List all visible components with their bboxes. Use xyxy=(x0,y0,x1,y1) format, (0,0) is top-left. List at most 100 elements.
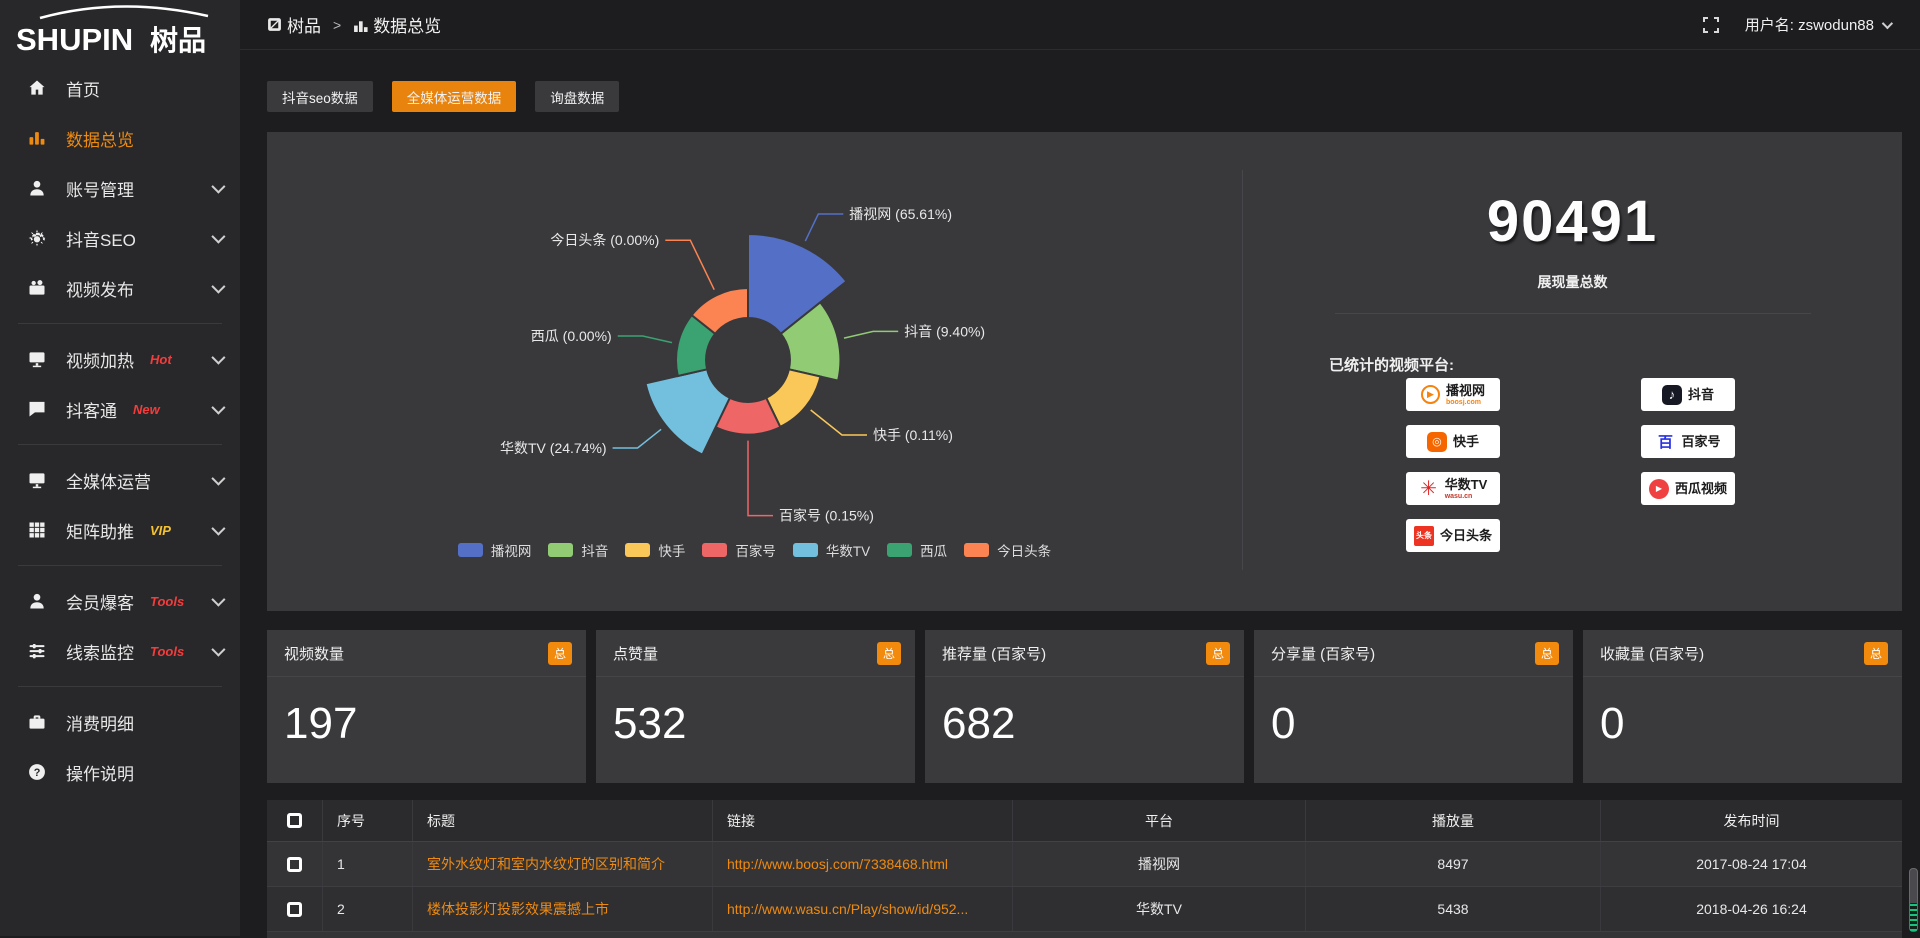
stat-card-value: 532 xyxy=(596,677,915,749)
sidebar-item-抖音SEO[interactable]: 抖音SEO xyxy=(0,213,240,263)
publish-icon xyxy=(26,277,48,299)
table-header-播放量: 播放量 xyxy=(1305,800,1600,841)
legend-item-今日头条[interactable]: 今日头条 xyxy=(964,540,1051,560)
platform-name: 播视网 xyxy=(1446,384,1485,397)
stat-card-header: 推荐量 (百家号) 总 xyxy=(925,630,1244,677)
corner-widget[interactable] xyxy=(1910,903,1917,931)
legend-item-西瓜[interactable]: 西瓜 xyxy=(887,540,947,560)
user-icon xyxy=(26,177,48,199)
legend-label: 百家号 xyxy=(735,540,776,560)
breadcrumb-item[interactable]: 数据总览 xyxy=(353,12,441,37)
total-badge[interactable]: 总 xyxy=(1864,642,1888,665)
sidebar-item-消费明细[interactable]: 消费明细 xyxy=(0,697,240,747)
legend-item-抖音[interactable]: 抖音 xyxy=(548,540,608,560)
legend-swatch xyxy=(702,543,727,557)
platform-name: 百家号 xyxy=(1681,435,1720,448)
sidebar-item-全媒体运营[interactable]: 全媒体运营 xyxy=(0,455,240,505)
cell-platform: 播视网 xyxy=(1012,842,1305,886)
platform-badge-今日头条[interactable]: 头条今日头条 xyxy=(1406,519,1500,552)
sidebar-item-会员爆客[interactable]: 会员爆客Tools xyxy=(0,576,240,626)
username[interactable]: 用户名: zswodun88 xyxy=(1745,14,1890,35)
sidebar-item-账号管理[interactable]: 账号管理 xyxy=(0,163,240,213)
video-url-link[interactable]: http://www.wasu.cn/Play/show/id/952... xyxy=(727,901,968,917)
svg-text:树品: 树品 xyxy=(150,25,206,56)
sidebar-item-矩阵助推[interactable]: 矩阵助推VIP xyxy=(0,505,240,555)
pie-slice-华数TV[interactable] xyxy=(646,369,730,454)
stat-card-收藏量 (百家号): 收藏量 (百家号)总0 xyxy=(1583,630,1902,783)
table-header-标题: 标题 xyxy=(412,800,712,841)
platform-name: 西瓜视频 xyxy=(1675,482,1727,495)
legend-item-快手[interactable]: 快手 xyxy=(625,540,685,560)
data-tabs: 抖音seo数据全媒体运营数据询盘数据 xyxy=(267,81,1902,112)
tab-全媒体运营数据[interactable]: 全媒体运营数据 xyxy=(392,81,517,112)
fullscreen-icon[interactable] xyxy=(1703,17,1719,33)
sidebar-item-线索监控[interactable]: 线索监控Tools xyxy=(0,626,240,676)
menu-divider xyxy=(18,686,222,687)
cell-title: 楼体投影灯投影效果震撼上市 xyxy=(412,887,712,931)
stat-card-title: 推荐量 (百家号) xyxy=(942,643,1046,664)
legend-item-播视网[interactable]: 播视网 xyxy=(458,540,532,560)
platform-badge-西瓜视频[interactable]: ▶西瓜视频 xyxy=(1641,472,1735,505)
total-badge[interactable]: 总 xyxy=(877,642,901,665)
legend-label: 抖音 xyxy=(581,540,608,560)
impressions-total-label: 展现量总数 xyxy=(1243,272,1902,292)
pie-label: 快手 (0.11%) xyxy=(873,427,953,443)
select-all-checkbox[interactable] xyxy=(287,813,302,828)
pie-label-line xyxy=(844,331,898,338)
pie-label: 百家号 (0.15%) xyxy=(779,508,874,524)
overview-icon xyxy=(353,17,368,32)
table-header-链接: 链接 xyxy=(712,800,1012,841)
stat-card-value: 0 xyxy=(1583,677,1902,749)
total-badge[interactable]: 总 xyxy=(1535,642,1559,665)
platform-badges-left: ▶播视网boosj.com ◎快手 ✳华数TVwasu.cn 头条今日头条 xyxy=(1406,378,1500,566)
total-badge[interactable]: 总 xyxy=(1206,642,1230,665)
platform-badge-快手[interactable]: ◎快手 xyxy=(1406,425,1500,458)
breadcrumb-label: 数据总览 xyxy=(373,12,441,37)
pie-label-line xyxy=(613,429,662,448)
legend-swatch xyxy=(625,543,650,557)
total-badge[interactable]: 总 xyxy=(548,642,572,665)
legend-item-华数TV[interactable]: 华数TV xyxy=(793,540,870,560)
sidebar-item-tag: New xyxy=(133,402,160,417)
platform-badge-百家号[interactable]: 百百家号 xyxy=(1641,425,1735,458)
sidebar-item-label: 视频加热 xyxy=(66,347,134,372)
video-title-link[interactable]: 楼体投影灯投影效果震撼上市 xyxy=(427,899,609,919)
sidebar-item-抖客通[interactable]: 抖客通New xyxy=(0,384,240,434)
cell-platform: 华数TV xyxy=(1012,887,1305,931)
stat-card-title: 视频数量 xyxy=(284,643,344,664)
sidebar-item-label: 视频发布 xyxy=(66,276,134,301)
legend-item-百家号[interactable]: 百家号 xyxy=(702,540,776,560)
platform-badge-抖音[interactable]: ♪抖音 xyxy=(1641,378,1735,411)
row-checkbox[interactable] xyxy=(287,902,302,917)
screen-icon xyxy=(26,469,48,491)
cell-link: http://www.boosj.com/7338468.html xyxy=(712,842,1012,886)
legend-swatch xyxy=(548,543,573,557)
video-url-link[interactable]: http://www.boosj.com/7338468.html xyxy=(727,856,948,872)
platform-badge-texts: 百家号 xyxy=(1681,435,1720,448)
platform-badge-华数TV[interactable]: ✳华数TVwasu.cn xyxy=(1406,472,1500,505)
stat-card-分享量 (百家号): 分享量 (百家号)总0 xyxy=(1254,630,1573,783)
cell-time: 2017-08-24 17:04 xyxy=(1600,842,1902,886)
chevron-down-icon xyxy=(211,230,225,244)
sidebar-item-首页[interactable]: 首页 xyxy=(0,63,240,113)
stat-card-点赞量: 点赞量总532 xyxy=(596,630,915,783)
sidebar-item-视频加热[interactable]: 视频加热Hot xyxy=(0,334,240,384)
sliders-icon xyxy=(26,640,48,662)
stat-card-header: 分享量 (百家号)总 xyxy=(1254,630,1573,677)
kuaishou-icon: ◎ xyxy=(1427,432,1447,452)
platform-badge-播视网[interactable]: ▶播视网boosj.com xyxy=(1406,378,1500,411)
gear-icon xyxy=(26,227,48,249)
bar-chart-icon xyxy=(26,127,48,149)
sidebar-item-操作说明[interactable]: ?操作说明 xyxy=(0,747,240,797)
tab-询盘数据[interactable]: 询盘数据 xyxy=(535,81,619,112)
breadcrumb-item[interactable]: 树品 xyxy=(267,12,321,37)
stat-cards-row: 视频数量总197点赞量总532推荐量 (百家号)总682分享量 (百家号)总0收… xyxy=(267,630,1902,783)
platform-badges-right: ♪抖音百百家号 ▶西瓜视频 xyxy=(1641,378,1735,519)
video-title-link[interactable]: 室外水纹灯和室内水纹灯的区别和简介 xyxy=(427,854,665,874)
pie-label-line xyxy=(805,214,843,241)
tab-抖音seo数据[interactable]: 抖音seo数据 xyxy=(267,81,373,112)
sidebar-item-视频发布[interactable]: 视频发布 xyxy=(0,263,240,313)
sidebar-item-label: 数据总览 xyxy=(66,126,134,151)
sidebar-item-数据总览[interactable]: 数据总览 xyxy=(0,113,240,163)
row-checkbox[interactable] xyxy=(287,857,302,872)
